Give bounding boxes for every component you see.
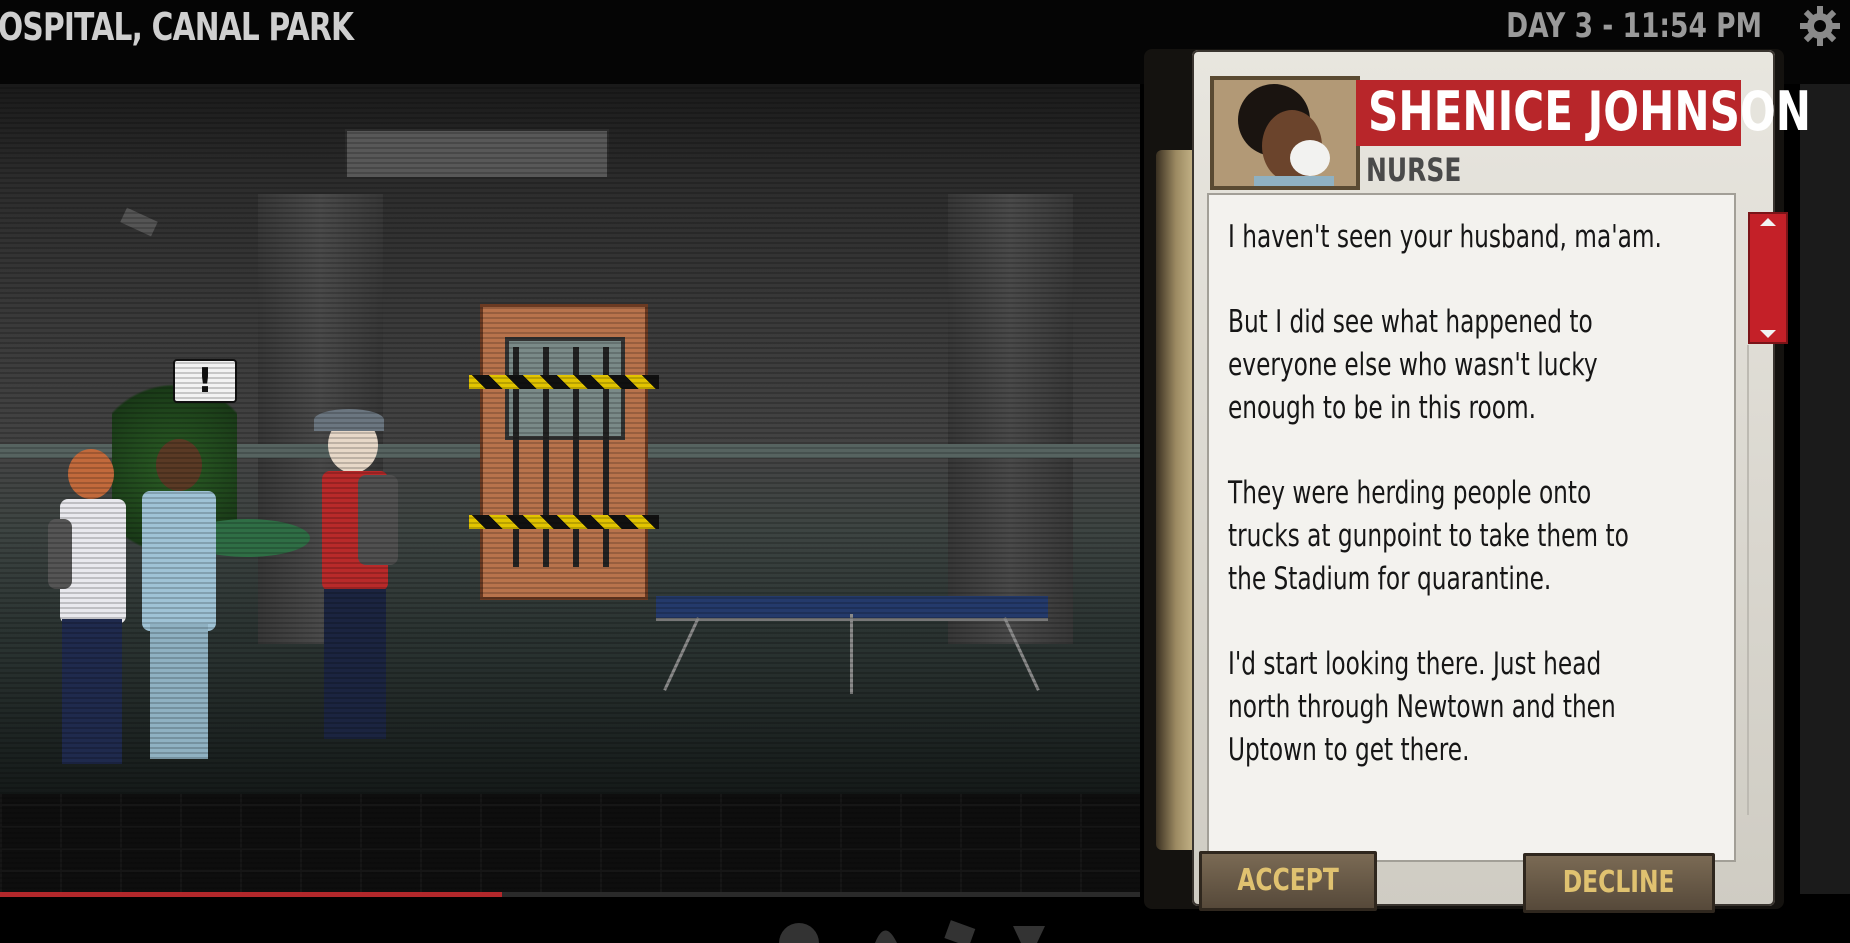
dialog-paragraph: They were herding people onto trucks at … xyxy=(1228,472,1708,601)
basket-icon xyxy=(1013,926,1045,943)
dialog-line: the Stadium for quarantine. xyxy=(1228,561,1552,597)
game-scene[interactable]: ! xyxy=(0,84,1140,894)
dialog-scroll-track[interactable] xyxy=(1747,345,1749,815)
dialog-line: trucks at gunpoint to take them to xyxy=(1228,518,1629,554)
dialog-line: enough to be in this room. xyxy=(1228,390,1537,426)
bottom-toolbar-icons xyxy=(779,920,1045,943)
accept-label: ACCEPT xyxy=(1237,863,1339,898)
dialog-scroll-thumb[interactable] xyxy=(1748,212,1788,344)
scene-progress-track xyxy=(0,892,1140,897)
dialog-paragraph: I'd start looking there. Just head north… xyxy=(1228,643,1708,772)
ceiling-light xyxy=(345,129,609,179)
character-nurse[interactable] xyxy=(128,439,238,839)
location-title: OSPITAL, CANAL PARK xyxy=(0,5,354,49)
dialog-paragraph: But I did see what happened to everyone … xyxy=(1228,301,1708,430)
npc-role: NURSE xyxy=(1366,151,1462,189)
tool-icon xyxy=(875,930,897,943)
person-icon xyxy=(779,923,819,943)
npc-name: SHENICE JOHNSON xyxy=(1368,80,1812,143)
decline-label: DECLINE xyxy=(1563,865,1675,900)
dialog-line: Uptown to get there. xyxy=(1228,732,1470,768)
character-survivor-cap[interactable] xyxy=(300,409,420,819)
nurse-portrait-image xyxy=(1214,80,1356,186)
security-camera xyxy=(120,207,158,237)
dialog-text: I haven't seen your husband, ma'am. But … xyxy=(1228,216,1708,814)
npc-portrait xyxy=(1210,76,1360,190)
hazard-tape xyxy=(469,375,659,389)
dialog-line: But I did see what happened to xyxy=(1228,304,1593,340)
decline-button[interactable]: DECLINE xyxy=(1523,853,1715,913)
scene-progress-fill xyxy=(0,892,502,897)
accept-button[interactable]: ACCEPT xyxy=(1199,851,1377,911)
day-time-display: DAY 3 - 11:54 PM xyxy=(1506,6,1762,46)
hazard-tape xyxy=(469,515,659,529)
wall-pillar xyxy=(948,194,1073,664)
side-panel-edge xyxy=(1800,84,1850,894)
dialog-line: everyone else who wasn't lucky xyxy=(1228,347,1598,383)
dialog-paragraph: I haven't seen your husband, ma'am. xyxy=(1228,216,1708,259)
dialog-line: They were herding people onto xyxy=(1228,475,1592,511)
brick-foundation xyxy=(0,794,1140,894)
barricaded-door[interactable] xyxy=(469,304,659,600)
cot-leg xyxy=(850,614,853,694)
gear-icon[interactable] xyxy=(1798,4,1842,48)
dialog-line: north through Newtown and then xyxy=(1228,689,1616,725)
map-icon xyxy=(944,920,976,943)
dialog-line: I'd start looking there. Just head xyxy=(1228,646,1602,682)
dialog-line: I haven't seen your husband, ma'am. xyxy=(1228,219,1662,255)
paper-edge xyxy=(1156,150,1196,850)
alert-speech-bubble[interactable]: ! xyxy=(173,359,237,403)
